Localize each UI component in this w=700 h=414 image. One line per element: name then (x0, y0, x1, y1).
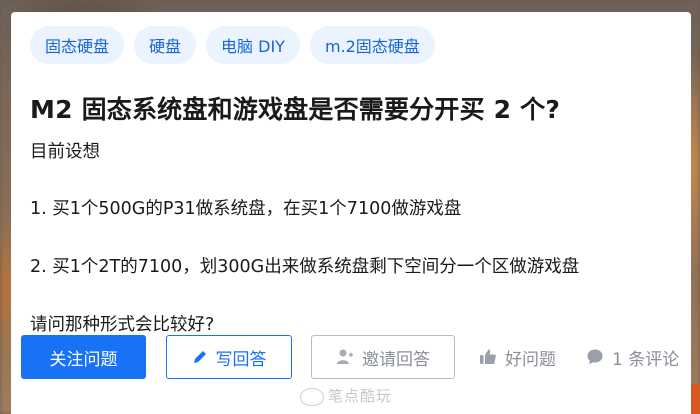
add-user-icon (336, 348, 354, 366)
question-body-line: 2. 买1个2T的7100，划300G出来做系统盘剩下空间分一个区做游戏盘 (30, 257, 580, 277)
topic-tag[interactable]: 固态硬盘 (30, 26, 125, 64)
watermark-text: 笔点酷玩 (328, 387, 393, 405)
question-body-line: 请问那种形式会比较好? (30, 315, 215, 335)
question-body-line: 1. 买1个500G的P31做系统盘，在买1个7100做游戏盘 (30, 199, 462, 219)
thumbs-up-icon (479, 348, 497, 366)
good-question-button[interactable]: 好问题 (479, 335, 556, 379)
write-answer-label: 写回答 (215, 349, 267, 370)
invite-answer-button[interactable]: 邀请回答 (311, 335, 455, 379)
invite-answer-label: 邀请回答 (362, 349, 430, 370)
topic-tag[interactable]: 电脑 DIY (206, 26, 300, 64)
topic-tag[interactable]: m.2固态硬盘 (309, 26, 435, 64)
topic-tags: 固态硬盘 硬盘 电脑 DIY m.2固态硬盘 (30, 26, 435, 64)
question-body-line: 目前设想 (30, 142, 100, 162)
pencil-icon (192, 349, 208, 365)
question-actions: 关注问题 写回答 邀请回答 好问题 1 条评论 (11, 335, 691, 379)
question-title[interactable]: M2 固态系统盘和游戏盘是否需要分开买 2 个? (30, 90, 560, 126)
good-question-label: 好问题 (505, 349, 556, 370)
comments-label: 1 条评论 (612, 349, 680, 370)
comments-button[interactable]: 1 条评论 (586, 335, 679, 379)
watermark: 笔点酷玩 (300, 385, 392, 406)
topic-tag[interactable]: 硬盘 (134, 26, 197, 64)
comment-bubble-icon (586, 348, 604, 366)
follow-question-button[interactable]: 关注问题 (21, 335, 146, 379)
write-answer-button[interactable]: 写回答 (166, 335, 292, 379)
weibo-icon (300, 387, 324, 406)
background-accent (690, 384, 700, 414)
follow-question-label: 关注问题 (49, 349, 118, 370)
